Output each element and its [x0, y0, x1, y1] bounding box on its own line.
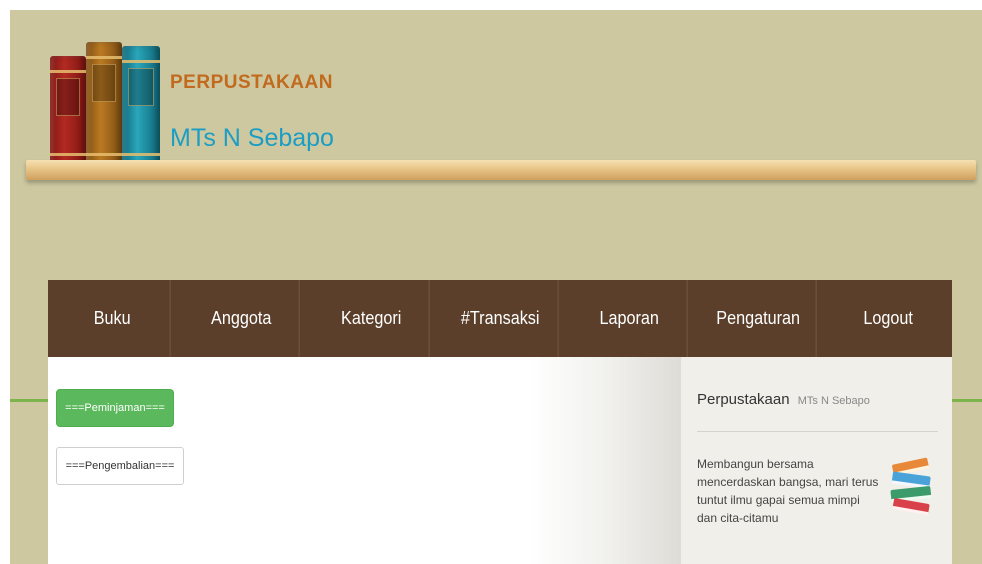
nav-item-transaksi[interactable]: #Transaksi	[442, 280, 559, 357]
book-stack-icon	[890, 457, 932, 515]
sidebar-text: Membangun bersama mencerdaskan bangsa, m…	[697, 457, 879, 525]
shelf-decoration	[26, 160, 976, 180]
sidebar: Perpustakaan MTs N Sebapo Membangun bers…	[681, 357, 952, 564]
brand-subtitle: MTs N Sebapo	[170, 124, 334, 152]
sidebar-subtitle: MTs N Sebapo	[797, 395, 870, 407]
nav-item-logout[interactable]: Logout	[830, 280, 945, 357]
sidebar-divider	[697, 431, 938, 432]
brand-title: PERPUSTAKAAN	[170, 72, 333, 93]
peminjaman-button[interactable]: ===Peminjaman===	[56, 389, 174, 427]
main-nav: Buku Anggota Kategori #Transaksi Laporan…	[48, 280, 952, 357]
nav-item-laporan[interactable]: Laporan	[572, 280, 688, 357]
nav-item-buku[interactable]: Buku	[54, 280, 171, 357]
nav-item-anggota[interactable]: Anggota	[184, 280, 301, 357]
nav-item-kategori[interactable]: Kategori	[313, 280, 430, 357]
pengembalian-button[interactable]: ===Pengembalian===	[56, 447, 184, 485]
sidebar-title: Perpustakaan MTs N Sebapo	[697, 391, 870, 408]
page-canvas: PERPUSTAKAAN MTs N Sebapo Buku Anggota K…	[10, 10, 982, 564]
books-icon	[50, 40, 162, 170]
main-content: ===Peminjaman=== ===Pengembalian===	[48, 357, 681, 564]
nav-item-pengaturan[interactable]: Pengaturan	[701, 280, 818, 357]
sidebar-title-text: Perpustakaan	[697, 391, 790, 408]
